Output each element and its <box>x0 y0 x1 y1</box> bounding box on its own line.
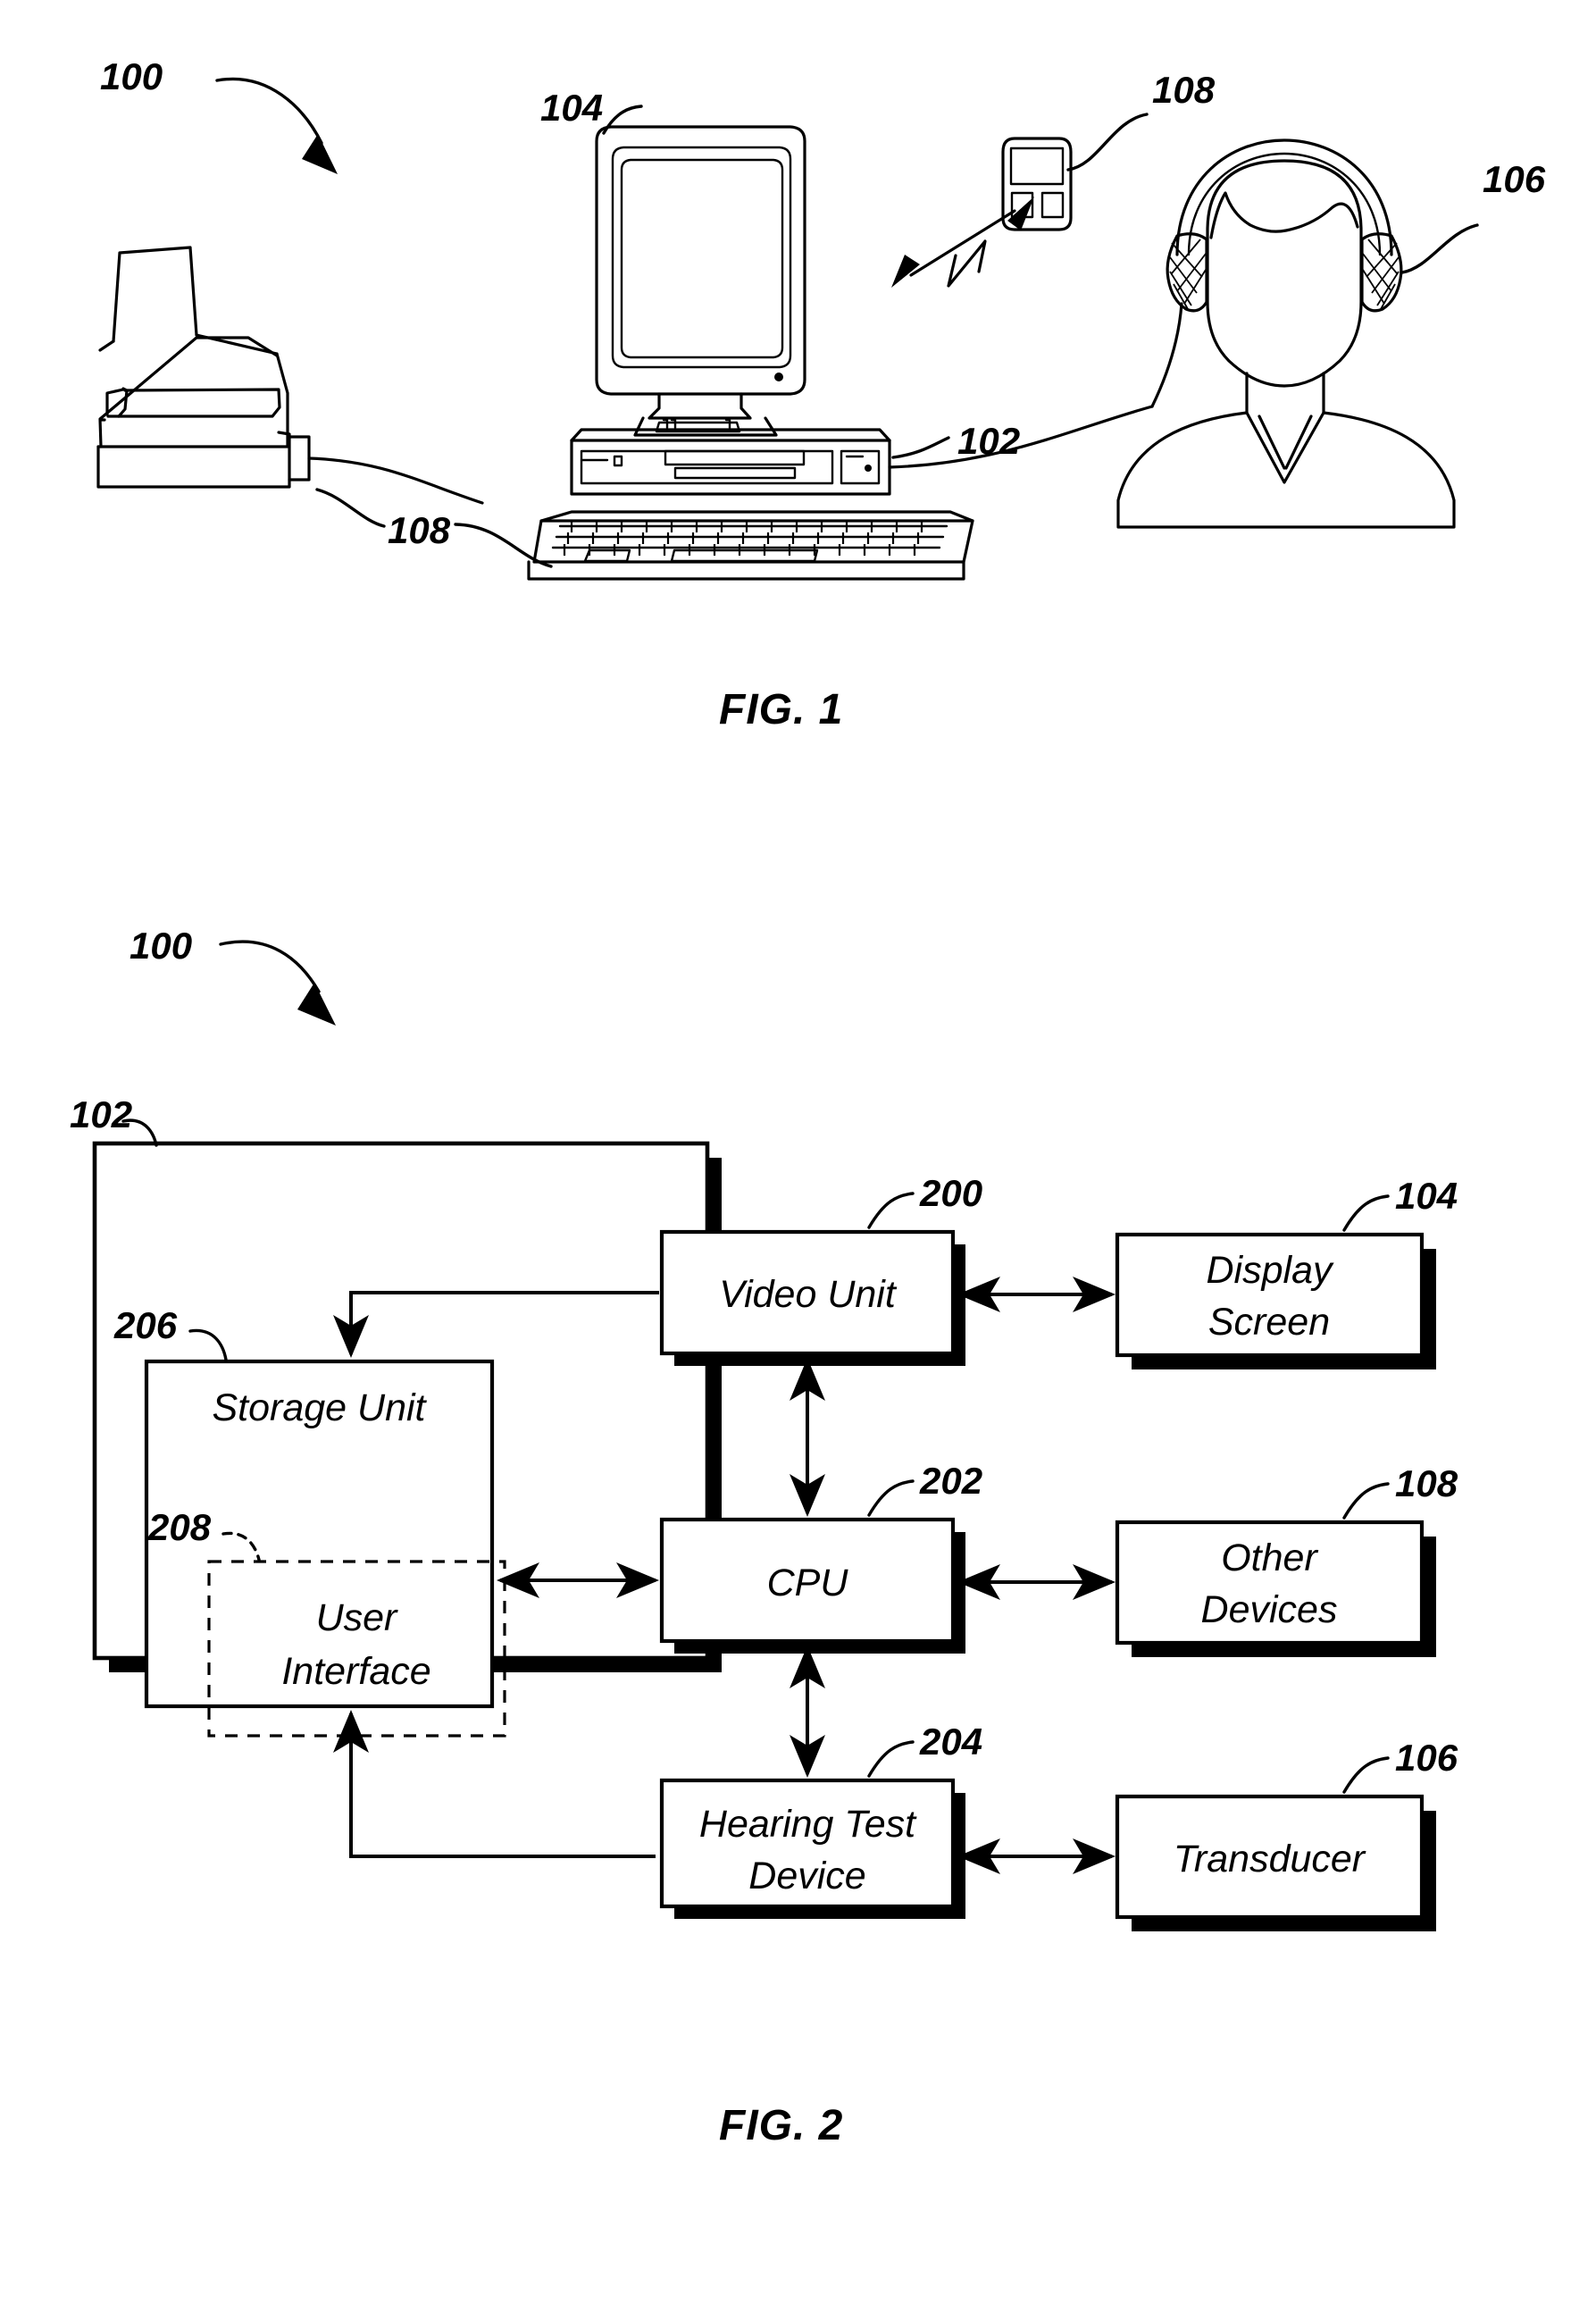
ref-label-106-fig2: 106 <box>1395 1737 1458 1779</box>
ref-label-208: 208 <box>147 1506 212 1548</box>
ref-label-202: 202 <box>919 1460 982 1502</box>
ref-label-204: 204 <box>919 1721 982 1763</box>
ref-label-108-fig2: 108 <box>1395 1462 1458 1504</box>
storage-unit-label: Storage Unit <box>212 1386 427 1429</box>
callout-102-fig1 <box>891 436 950 459</box>
callout-104-fig2 <box>1342 1194 1390 1232</box>
ref-label-102-fig1: 102 <box>957 420 1020 462</box>
callout-204 <box>867 1740 915 1778</box>
display-screen-label-line2: Screen <box>1208 1301 1330 1344</box>
transducer-label: Transducer <box>1174 1838 1366 1880</box>
video-unit-label: Video Unit <box>719 1273 898 1316</box>
crt-monitor-illustration <box>595 125 806 437</box>
printer-illustration <box>96 246 484 505</box>
callout-108-fig2 <box>1342 1482 1390 1520</box>
ref-label-102-fig2: 102 <box>70 1093 132 1135</box>
patent-drawing-sheet: 100 104 108 106 102 108 FIG. 1 100 102 V… <box>0 0 1596 2303</box>
other-devices-label-line2: Devices <box>1201 1588 1338 1631</box>
hearing-test-device-label-line1: Hearing Test <box>699 1803 917 1846</box>
callout-106-fig2 <box>1342 1756 1390 1794</box>
other-devices-label-line1: Other <box>1221 1537 1318 1579</box>
callout-100-fig2 <box>219 940 336 1026</box>
user-interface-label-line2: Interface <box>281 1650 430 1693</box>
ref-label-104-fig2: 104 <box>1395 1175 1458 1217</box>
callout-108-handheld <box>1066 113 1149 172</box>
hearing-test-device-label-line2: Device <box>748 1855 865 1897</box>
figure-2-group: 100 102 Video Unit 200 Storage Unit 206 <box>70 925 1458 2149</box>
figure-1-group: 100 104 108 106 102 108 FIG. 1 <box>96 55 1546 733</box>
ref-label-100-fig2: 100 <box>130 925 192 967</box>
callout-202 <box>867 1479 915 1517</box>
computer-tower-illustration <box>570 405 1154 496</box>
callout-200 <box>867 1192 915 1229</box>
ref-label-206: 206 <box>113 1304 178 1346</box>
callout-104-fig1 <box>602 105 643 135</box>
ref-label-108-printer: 108 <box>388 509 451 551</box>
ref-label-104-fig1: 104 <box>540 87 603 129</box>
callout-100-fig1 <box>215 77 338 174</box>
ref-label-106-fig1: 106 <box>1483 158 1546 200</box>
person-with-headphones-illustration <box>1116 138 1456 529</box>
keyboard-illustration <box>527 510 974 581</box>
ref-label-108-handheld: 108 <box>1152 69 1216 111</box>
callout-106-fig1 <box>1400 223 1479 274</box>
user-interface-label-line1: User <box>316 1596 398 1639</box>
cpu-label: CPU <box>767 1562 849 1604</box>
figure-2-caption: FIG. 2 <box>719 2102 843 2149</box>
ref-label-100-fig1: 100 <box>100 55 163 97</box>
ref-label-200: 200 <box>919 1172 982 1214</box>
figure-1-caption: FIG. 1 <box>719 686 843 733</box>
display-screen-label-line1: Display <box>1207 1249 1334 1292</box>
patent-figures-svg: 100 104 108 106 102 108 FIG. 1 100 102 V… <box>70 55 1546 2149</box>
